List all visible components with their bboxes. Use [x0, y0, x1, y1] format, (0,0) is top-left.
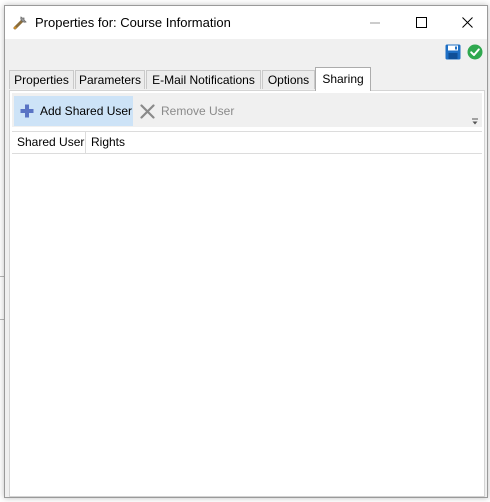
- toolbar-overflow-icon[interactable]: [471, 115, 479, 125]
- tab-properties[interactable]: Properties: [9, 70, 74, 89]
- add-shared-user-label: Add Shared User: [40, 104, 133, 118]
- column-header-rights[interactable]: Rights: [86, 132, 206, 154]
- remove-user-label: Remove User: [161, 104, 235, 118]
- title-bar[interactable]: Properties for: Course Information: [5, 6, 487, 39]
- plus-icon: [20, 103, 34, 119]
- tab-parameters[interactable]: Parameters: [75, 70, 145, 89]
- close-button[interactable]: [444, 6, 490, 39]
- tab-sharing[interactable]: Sharing: [315, 67, 371, 91]
- remove-user-button[interactable]: Remove User: [134, 96, 236, 126]
- remove-x-icon: [140, 103, 155, 119]
- maximize-button[interactable]: [398, 6, 444, 39]
- close-icon: [461, 17, 473, 28]
- window-title: Properties for: Course Information: [35, 15, 231, 30]
- wrench-icon: [12, 14, 29, 31]
- minimize-icon: [370, 22, 380, 23]
- sharing-panel: Add Shared User Remove User Shared User …: [9, 90, 485, 497]
- tab-email-notifications[interactable]: E-Mail Notifications: [146, 70, 261, 89]
- tab-options[interactable]: Options: [262, 70, 315, 89]
- properties-dialog: Properties for: Course Information Prope…: [4, 5, 488, 498]
- add-shared-user-button[interactable]: Add Shared User: [14, 96, 133, 126]
- green-check-icon[interactable]: [467, 44, 483, 60]
- sharing-toolbar: Add Shared User Remove User: [12, 93, 482, 127]
- minimize-button[interactable]: [352, 6, 398, 39]
- save-icon[interactable]: [445, 44, 461, 60]
- header-actions: [5, 39, 487, 67]
- maximize-icon: [415, 17, 427, 28]
- shared-users-grid-body[interactable]: [12, 154, 482, 494]
- column-header-shared-user[interactable]: Shared User: [12, 132, 86, 154]
- shared-users-grid-header: Shared User Rights: [12, 131, 482, 154]
